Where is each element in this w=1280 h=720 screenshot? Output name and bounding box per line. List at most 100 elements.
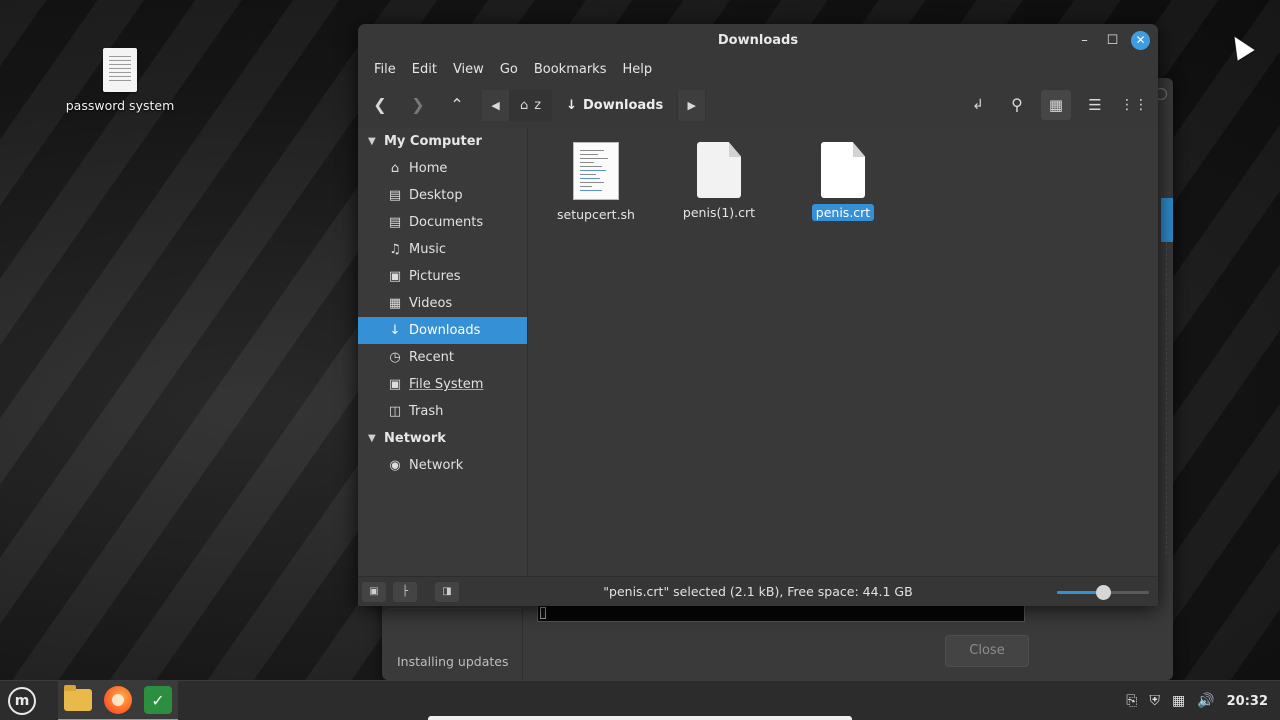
sidebar-item-documents[interactable]: ▤ Documents [358, 209, 527, 236]
sidebar-item-trash[interactable]: ◫ Trash [358, 398, 527, 425]
taskbar-file-manager[interactable] [58, 681, 98, 720]
search-icon: ⚲ [1011, 95, 1023, 114]
tree-icon: ├ [401, 586, 409, 597]
desktop-icon: ▤ [388, 188, 402, 203]
file-item-setupcert[interactable]: setupcert.sh [541, 142, 651, 223]
trash-icon: ◫ [388, 404, 402, 419]
breadcrumb-home[interactable]: ⌂ z [510, 90, 553, 121]
status-text: "penis.crt" selected (2.1 kB), Free spac… [603, 584, 913, 599]
sidebar-item-file-system[interactable]: ▣ File System [358, 371, 527, 398]
menu-go[interactable]: Go [492, 58, 526, 82]
zoom-slider-handle[interactable] [1096, 585, 1111, 600]
sidebar-item-desktop[interactable]: ▤ Desktop [358, 182, 527, 209]
certificate-file-icon [697, 142, 741, 198]
menu-file[interactable]: File [366, 58, 404, 82]
network-status-icon[interactable]: ▦ [1172, 693, 1185, 709]
breadcrumb-home-label: z [534, 98, 542, 113]
updater-close-button[interactable]: Close [945, 635, 1029, 667]
text-document-icon [103, 48, 137, 92]
sidebar-item-home[interactable]: ⌂ Home [358, 155, 527, 182]
menu-help[interactable]: Help [614, 58, 660, 82]
breadcrumb-current-label: Downloads [583, 98, 664, 113]
status-bar: "penis.crt" selected (2.1 kB), Free spac… [358, 576, 1158, 606]
file-view[interactable]: setupcert.sh penis(1).crt penis.crt [529, 128, 1158, 576]
menu-edit[interactable]: Edit [404, 58, 445, 82]
file-name: penis(1).crt [682, 205, 756, 220]
forward-button[interactable]: ❯ [403, 90, 433, 120]
taskbar-update-manager[interactable]: ✓ [138, 681, 178, 720]
path-scroll-left[interactable]: ◀ [482, 90, 510, 121]
list-view-button[interactable]: ☰ [1080, 90, 1110, 120]
notification-peek [428, 716, 852, 720]
file-item-penis-1-crt[interactable]: penis(1).crt [664, 142, 774, 221]
start-menu-button[interactable]: m [2, 681, 42, 720]
maximize-button[interactable]: ☐ [1103, 31, 1122, 50]
home-icon: ⌂ [390, 161, 400, 176]
sidebar-item-pictures[interactable]: ▣ Pictures [358, 263, 527, 290]
file-manager-icon [64, 685, 92, 711]
downloads-icon: ↓ [389, 323, 401, 338]
volume-icon[interactable]: 🔊 [1197, 693, 1214, 709]
certificate-file-icon [821, 142, 865, 198]
breadcrumb: ◀ ⌂ z ↓ Downloads ▶ [482, 90, 707, 121]
location-toggle-icon: ↲ [972, 97, 984, 113]
file-system-icon: ▣ [388, 377, 402, 392]
window-edge [1161, 198, 1167, 554]
icon-view-button[interactable]: ▦ [1041, 90, 1071, 120]
toggle-location-button[interactable]: ↲ [963, 90, 993, 120]
progress-cap [540, 607, 546, 619]
caret-down-icon: ▼ [368, 136, 376, 147]
file-name: setupcert.sh [557, 207, 635, 222]
videos-icon: ▦ [388, 296, 402, 311]
sidebar-item-label: Desktop [409, 188, 463, 203]
desktop-file-password-system[interactable]: password system [64, 48, 176, 113]
sidebar-item-recent[interactable]: ◷ Recent [358, 344, 527, 371]
sidebar: ▼ My Computer ⌂ Home ▤ Desktop ▤ Documents … [358, 128, 528, 576]
update-status-text: Installing updates [397, 654, 509, 669]
sidebar-item-downloads[interactable]: ↓ Downloads [358, 317, 527, 344]
sidebar-item-label: Downloads [409, 323, 481, 338]
back-button[interactable]: ❮ [365, 90, 395, 120]
hide-sidebar-button[interactable]: ◨ [435, 582, 459, 602]
grid-icon: ▦ [1048, 96, 1064, 114]
shield-icon[interactable]: ⛨ [1149, 693, 1160, 709]
sidebar-item-music[interactable]: ♫ Music [358, 236, 527, 263]
path-scroll-right[interactable]: ▶ [678, 90, 707, 121]
taskbar-firefox[interactable] [98, 681, 138, 720]
sidebar-item-videos[interactable]: ▦ Videos [358, 290, 527, 317]
sidebar-item-label: Documents [409, 215, 484, 230]
sidebar-section-my-computer[interactable]: ▼ My Computer [358, 128, 527, 155]
compact-view-button[interactable]: ⋮⋮ [1119, 90, 1149, 120]
zoom-slider[interactable] [1057, 585, 1149, 600]
compact-list-icon: ⋮⋮ [1120, 97, 1148, 113]
triangle-left-icon: ◀ [491, 99, 500, 112]
chevron-right-icon: ❯ [411, 95, 425, 114]
breadcrumb-current[interactable]: ↓ Downloads [552, 90, 679, 121]
file-item-penis-crt[interactable]: penis.crt [788, 142, 898, 221]
show-treeview-button[interactable]: ├ [393, 582, 417, 602]
system-tray: ⎘ ⛨ ▦ 🔊 20:32 [1126, 681, 1268, 720]
menu-bar: File Edit View Go Bookmarks Help [358, 58, 660, 82]
caret-down-icon: ▼ [368, 433, 376, 444]
update-side-panel [390, 608, 523, 636]
sidebar-item-label: Network [409, 458, 464, 473]
triangle-right-icon: ▶ [687, 99, 696, 112]
show-places-button[interactable]: ▣ [362, 582, 386, 602]
sidebar-item-label: Pictures [409, 269, 461, 284]
update-manager-icon: ✓ [144, 686, 172, 714]
search-button[interactable]: ⚲ [1002, 90, 1032, 120]
clipboard-icon[interactable]: ⎘ [1126, 693, 1137, 709]
minimize-button[interactable]: – [1075, 31, 1094, 50]
sidebar-section-title: Network [384, 431, 446, 446]
sidebar-section-network[interactable]: ▼ Network [358, 425, 527, 452]
menu-view[interactable]: View [445, 58, 492, 82]
window-titlebar[interactable]: Downloads – ☐ ✕ [358, 24, 1158, 57]
close-window-button[interactable]: ✕ [1131, 31, 1150, 50]
update-progress-bar [537, 604, 1025, 622]
menu-bookmarks[interactable]: Bookmarks [526, 58, 615, 82]
sidebar-item-network[interactable]: ◉ Network [358, 452, 527, 479]
file-manager-window: Downloads – ☐ ✕ File Edit View Go Bookma… [358, 24, 1158, 606]
sidebar-item-label: Videos [409, 296, 453, 311]
clock[interactable]: 20:32 [1227, 694, 1268, 709]
up-button[interactable]: ⌃ [442, 90, 472, 120]
